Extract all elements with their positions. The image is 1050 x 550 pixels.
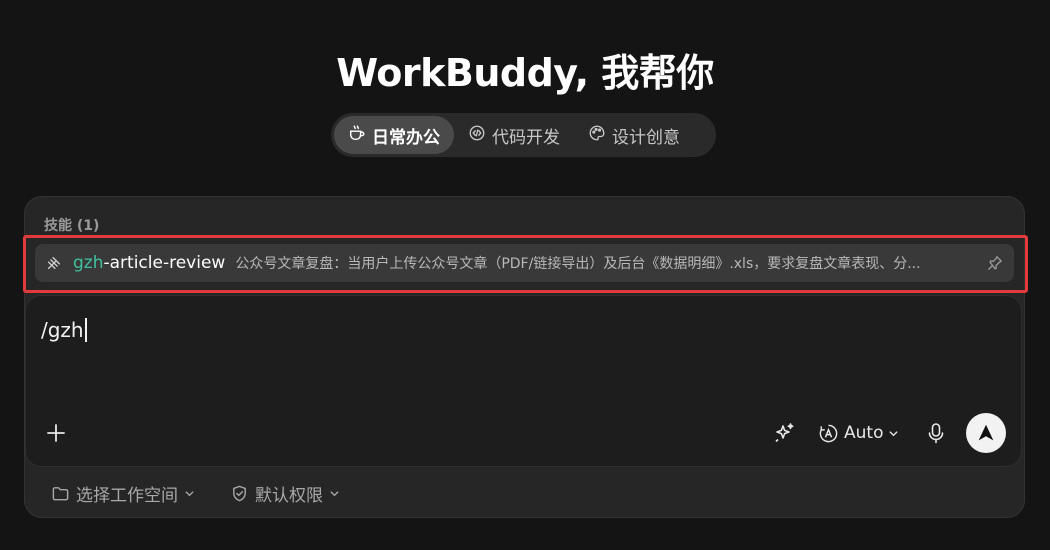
- workspace-label: 选择工作空间: [76, 485, 178, 506]
- tab-design-creative[interactable]: 设计创意: [574, 116, 694, 154]
- tab-label: 设计创意: [612, 127, 680, 148]
- code-icon: [468, 124, 486, 147]
- plus-icon: [47, 424, 65, 442]
- model-selector[interactable]: Auto: [818, 420, 899, 446]
- text-caret: [84, 318, 87, 342]
- tab-daily-office[interactable]: 日常办公: [334, 116, 454, 154]
- pin-icon[interactable]: [986, 254, 1004, 272]
- coffee-cup-icon: [348, 124, 366, 147]
- skill-name-match: gzh: [73, 253, 104, 273]
- enhance-prompt-button[interactable]: [773, 421, 797, 445]
- chevron-down-icon: [890, 430, 898, 436]
- message-input-value: /gzh: [41, 318, 84, 342]
- skill-wand-icon: [45, 254, 63, 272]
- chevron-down-icon: [330, 490, 339, 496]
- skill-suggestion-item[interactable]: gzh-article-review 公众号文章复盘：当用户上传公众号文章（PD…: [35, 244, 1014, 282]
- skill-name-rest: -article-review: [103, 253, 226, 273]
- skills-section-label: 技能 (1): [44, 218, 100, 234]
- auto-model-icon: [819, 424, 838, 442]
- add-attachment-button[interactable]: [44, 421, 68, 445]
- voice-input-button[interactable]: [925, 421, 947, 445]
- folder-icon: [52, 486, 69, 500]
- skill-description: 公众号文章复盘：当用户上传公众号文章（PDF/链接导出）及后台《数据明细》.xl…: [235, 256, 921, 272]
- tab-code-dev[interactable]: 代码开发: [454, 116, 574, 154]
- permission-selector[interactable]: 默认权限: [230, 482, 340, 506]
- sparkle-icon: [775, 423, 794, 443]
- send-button[interactable]: [966, 413, 1006, 453]
- category-tabs: 日常办公 代码开发 设计创意: [331, 113, 716, 157]
- message-input[interactable]: /gzh: [41, 318, 87, 342]
- shield-check-icon: [233, 485, 246, 501]
- workspace-selector[interactable]: 选择工作空间: [51, 482, 195, 506]
- microphone-icon: [928, 423, 944, 444]
- page-title: WorkBuddy, 我帮你: [336, 51, 714, 95]
- send-arrow-icon: [978, 424, 994, 441]
- permission-label: 默认权限: [255, 485, 323, 506]
- chevron-down-icon: [185, 490, 194, 496]
- palette-icon: [588, 124, 606, 147]
- tab-label: 日常办公: [372, 127, 440, 148]
- tab-label: 代码开发: [492, 127, 560, 148]
- skill-name: gzh-article-review: [73, 253, 225, 273]
- model-label: Auto: [844, 423, 884, 443]
